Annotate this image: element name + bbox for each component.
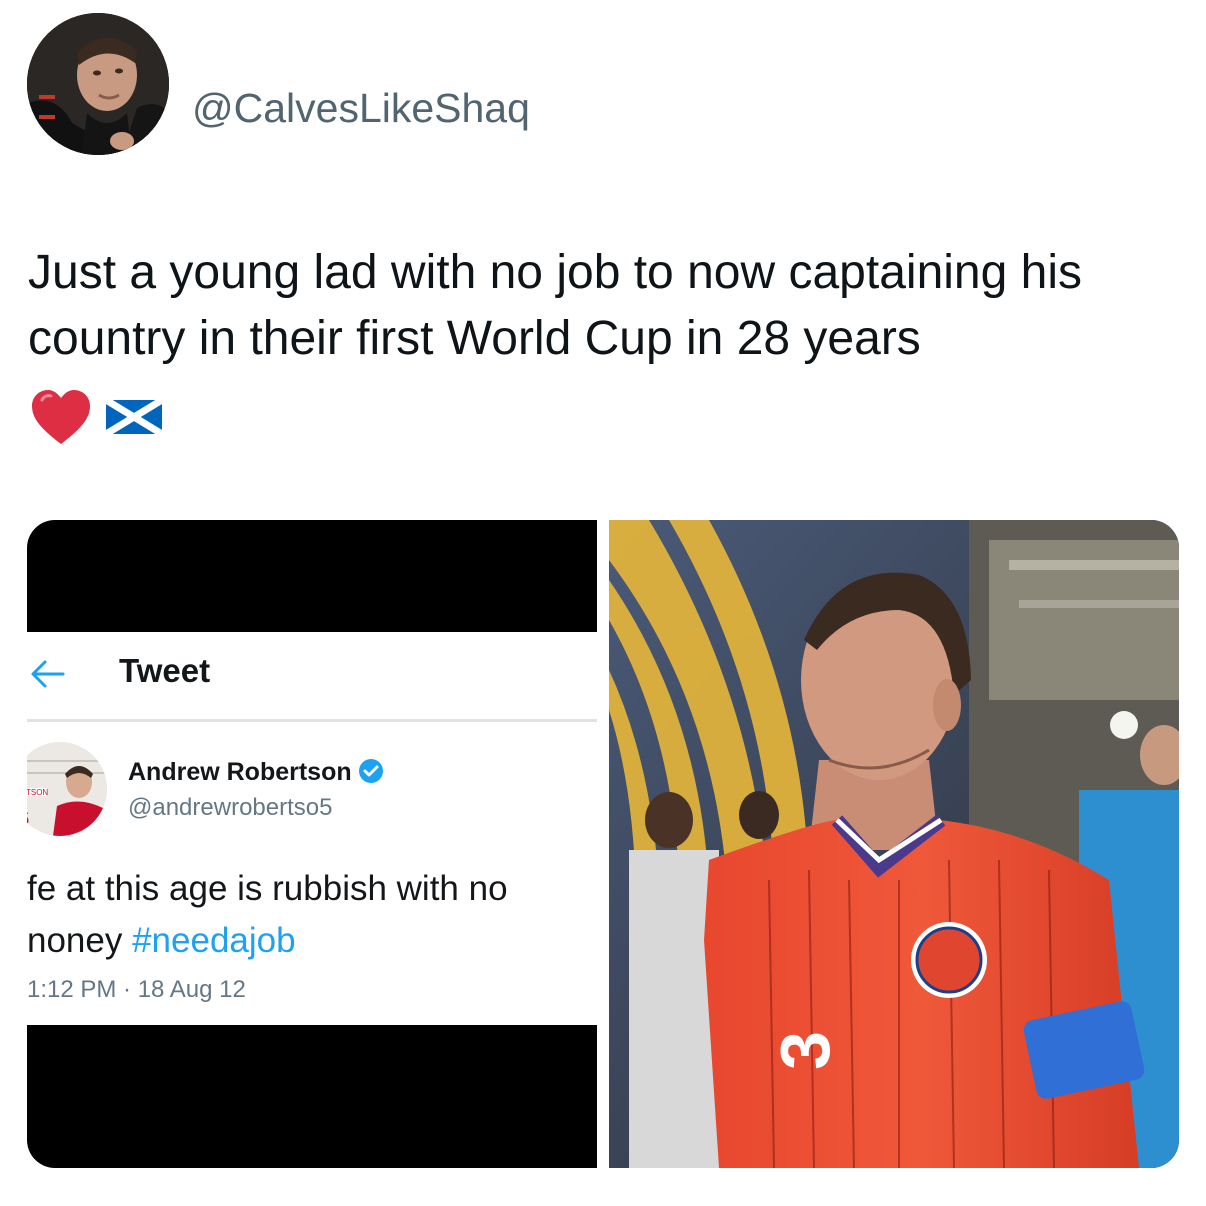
hashtag-link[interactable]: #needajob bbox=[132, 921, 296, 960]
tweet-text: Just a young lad with no job to now capt… bbox=[28, 246, 1083, 365]
inner-timestamp: 1:12 PM · 18 Aug 12 bbox=[27, 976, 246, 1003]
author-handle[interactable]: @CalvesLikeShaq bbox=[192, 88, 530, 129]
svg-text:6: 6 bbox=[27, 806, 29, 831]
back-arrow-icon bbox=[31, 660, 65, 688]
inner-tweet-line-2: noney #needajob bbox=[27, 915, 597, 967]
inner-author-name: Andrew Robertson bbox=[128, 758, 384, 787]
author-avatar[interactable] bbox=[27, 13, 169, 155]
player-photo[interactable]: 3 bbox=[609, 520, 1179, 1168]
inner-tweet-header: Tweet bbox=[27, 632, 597, 722]
inner-tweet-line-1: fe at this age is rubbish with no bbox=[27, 869, 508, 908]
inner-author-avatar: ERTSON 6 bbox=[27, 742, 107, 836]
inner-header-title: Tweet bbox=[119, 652, 211, 689]
shirt-number: 3 bbox=[766, 1031, 844, 1070]
black-bar-bottom bbox=[27, 1025, 597, 1168]
inner-author-handle: @andrewrobertso5 bbox=[128, 794, 333, 821]
media-grid[interactable]: Tweet ERTSON 6 Andrew Robertson @andrewr… bbox=[27, 520, 1179, 1168]
emoji-row bbox=[30, 388, 180, 448]
black-bar-top bbox=[27, 520, 597, 632]
scotland-flag-icon bbox=[104, 397, 164, 437]
svg-text:ERTSON: ERTSON bbox=[27, 788, 48, 797]
inner-tweet-text: fe at this age is rubbish with no noney … bbox=[27, 863, 597, 967]
robertson-avatar-icon: ERTSON 6 bbox=[27, 742, 107, 836]
inner-tweet-line-2-prefix: noney bbox=[27, 921, 133, 960]
embedded-tweet-screenshot[interactable]: Tweet ERTSON 6 Andrew Robertson @andrewr… bbox=[27, 520, 597, 1168]
player-in-tunnel-photo-icon: 3 bbox=[609, 520, 1179, 1168]
profile-photo-icon bbox=[27, 13, 169, 155]
verified-badge-icon bbox=[358, 759, 383, 783]
red-heart-icon bbox=[32, 390, 90, 444]
inner-author-name-text: Andrew Robertson bbox=[128, 758, 352, 786]
